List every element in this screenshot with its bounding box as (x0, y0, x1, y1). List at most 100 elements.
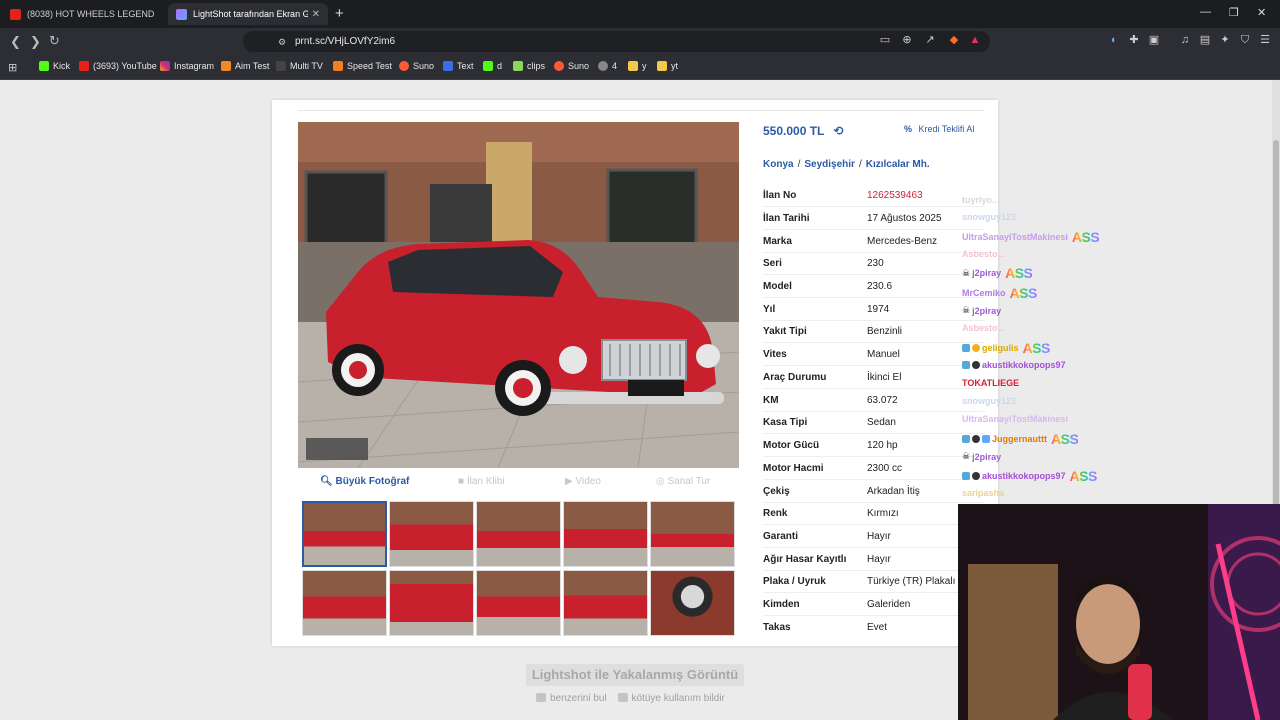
bookmark-instagram[interactable]: Instagram (160, 61, 214, 71)
credit-offer-link[interactable]: % Kredi Teklifi Al (904, 124, 974, 134)
tab-lightshot[interactable]: LightShot tarafından Ekran Görü ✕ (168, 3, 328, 25)
bookmark-4[interactable]: 4 (598, 61, 617, 71)
chat-message: TOKATLIEGE (962, 378, 1020, 388)
back-icon[interactable]: ❮ (10, 34, 21, 50)
chat-emote: ASS (1051, 431, 1079, 447)
badge-icon (972, 472, 980, 480)
bookmark-folder-y[interactable]: y (628, 61, 647, 71)
bookmark-suno-2[interactable]: Suno (554, 61, 589, 71)
chat-message: Asbesto... (962, 249, 1006, 259)
bookmark-youtube[interactable]: (3693) YouTube (79, 61, 157, 71)
bookmark-clips[interactable]: clips (513, 61, 545, 71)
chat-message: akustikkokopops97 ASS (962, 468, 1097, 484)
wallet-icon[interactable]: ▤ (1199, 34, 1211, 46)
tab-large-photo[interactable]: 🔍︎ Büyük Fotoğraf (320, 476, 409, 487)
spec-row-series: Seri 230 (763, 253, 985, 275)
thumbnail[interactable] (389, 570, 474, 636)
bookmark-text[interactable]: Text (443, 61, 474, 71)
spec-row-power: Motor Gücü 120 hp (763, 435, 985, 457)
chat-emote: ASS (1071, 229, 1100, 245)
chat-emote: ASS (1022, 340, 1051, 356)
bookmark-suno[interactable]: Suno (399, 61, 434, 71)
chat-message: akustikkokopops97 (962, 360, 1066, 370)
chat-message: ☠ j2piray ASS (962, 265, 1033, 281)
rewards-icon[interactable]: ▲ (969, 34, 981, 46)
bookmark-folder-yt[interactable]: yt (657, 61, 678, 71)
menu-icon[interactable]: ☰ (1259, 34, 1271, 46)
video-camera-icon: ■ (458, 476, 465, 487)
spec-row-engine: Motor Hacmi 2300 cc (763, 458, 985, 480)
chat-emote: ASS (1069, 468, 1098, 484)
find-similar-link[interactable]: benzerini bul (536, 693, 607, 704)
chat-message: snowguy123 (962, 212, 1017, 222)
breadcrumb-city[interactable]: Konya (763, 159, 794, 170)
spec-row-model: Model 230.6 (763, 276, 985, 298)
breadcrumb-neighborhood[interactable]: Kızılcalar Mh. (866, 159, 930, 170)
tab-hot-wheels[interactable]: (8038) HOT WHEELS LEGENDS TÜRKİ (2, 3, 162, 25)
badge-icon (962, 344, 970, 352)
forward-icon[interactable]: ❯ (30, 34, 41, 50)
thumbnail[interactable] (302, 570, 387, 636)
play-icon: ▶ (565, 476, 573, 487)
thumbnail[interactable] (563, 501, 648, 567)
history-icon[interactable]: ⟲ (834, 124, 844, 138)
reload-icon[interactable]: ↻ (49, 33, 60, 49)
suno-icon (554, 61, 564, 71)
bookmark-multi-tv[interactable]: Multi TV (276, 61, 323, 71)
bookmark-kick[interactable]: Kick (39, 61, 70, 71)
chat-message: MrCemiko ASS (962, 285, 1037, 301)
badge-icon (972, 435, 980, 443)
extensions-icon[interactable]: ✚ (1128, 34, 1140, 46)
thumbnail[interactable] (650, 570, 735, 636)
chat-message: Juggernauttt ASS (962, 431, 1079, 447)
chat-message: UltraSanayiTostMakinesi ASS (962, 229, 1100, 245)
thumbnail[interactable] (563, 570, 648, 636)
spec-row-date: İlan Tarihi 17 Ağustos 2025 (763, 208, 985, 230)
breadcrumb: Konya / Seydişehir / Kızılcalar Mh. (763, 159, 930, 170)
tab-listing-clip[interactable]: ■ İlan Klibi (458, 476, 505, 487)
tab-virtual-tour[interactable]: ◎ Sanal Tur (656, 476, 710, 487)
ai-icon[interactable]: ✦ (1219, 34, 1231, 46)
zoom-icon[interactable]: ⊕ (901, 34, 913, 46)
music-icon[interactable]: ♫ (1179, 34, 1191, 46)
site-info-icon[interactable]: ⚙ (276, 36, 288, 48)
vpn-shield-icon[interactable]: ⛉ (1239, 34, 1251, 46)
sidebar-icon[interactable]: ▣ (1148, 34, 1160, 46)
clips-icon (513, 61, 523, 71)
spec-row-condition: Araç Durumu İkinci El (763, 367, 985, 389)
badge-icon (962, 361, 970, 369)
main-car-photo[interactable] (298, 122, 739, 468)
apps-grid-icon[interactable]: ⊞ (8, 61, 17, 74)
report-abuse-link[interactable]: kötüye kullanım bildir (617, 693, 725, 704)
thumbnail[interactable] (389, 501, 474, 567)
thumbnail[interactable] (476, 570, 561, 636)
close-tab-icon[interactable]: ✕ (312, 9, 320, 20)
thumbnail[interactable] (302, 501, 387, 567)
new-tab-icon[interactable]: + (335, 5, 344, 22)
maximize-icon[interactable]: ❐ (1229, 6, 1239, 19)
spec-row-body: Kasa Tipi Sedan (763, 412, 985, 434)
thumbnail[interactable] (650, 501, 735, 567)
audio-icon[interactable]: ◖ (1107, 34, 1119, 46)
suno-icon (399, 61, 409, 71)
brave-shield-icon[interactable]: ◆ (948, 34, 960, 46)
share-icon[interactable]: ↗ (924, 34, 936, 46)
breadcrumb-district[interactable]: Seydişehir (804, 159, 855, 170)
instagram-icon (160, 61, 170, 71)
screen-icon[interactable]: ▭ (879, 34, 891, 46)
tab-video[interactable]: ▶ Video (565, 476, 601, 487)
thumbnail[interactable] (476, 501, 561, 567)
youtube-icon (10, 8, 21, 20)
spec-row-damage: Ağır Hasar Kayıtlı Hayır (763, 549, 985, 571)
chat-message: tuyrlyo... (962, 195, 1000, 205)
bookmark-aim-test[interactable]: Aim Test (221, 61, 269, 71)
spec-row-seller: Kimden Galeriden (763, 594, 985, 616)
chat-message: Asbesto... (962, 323, 1006, 333)
close-window-icon[interactable]: ✕ (1257, 6, 1266, 19)
url-text[interactable]: prnt.sc/VHjLOVfY2im6 (295, 36, 395, 47)
bookmark-d[interactable]: d (483, 61, 502, 71)
bookmark-speed-test[interactable]: Speed Test (333, 61, 392, 71)
badge-icon (972, 361, 980, 369)
minimize-icon[interactable]: — (1200, 6, 1211, 18)
lightshot-feather-icon (176, 8, 187, 20)
